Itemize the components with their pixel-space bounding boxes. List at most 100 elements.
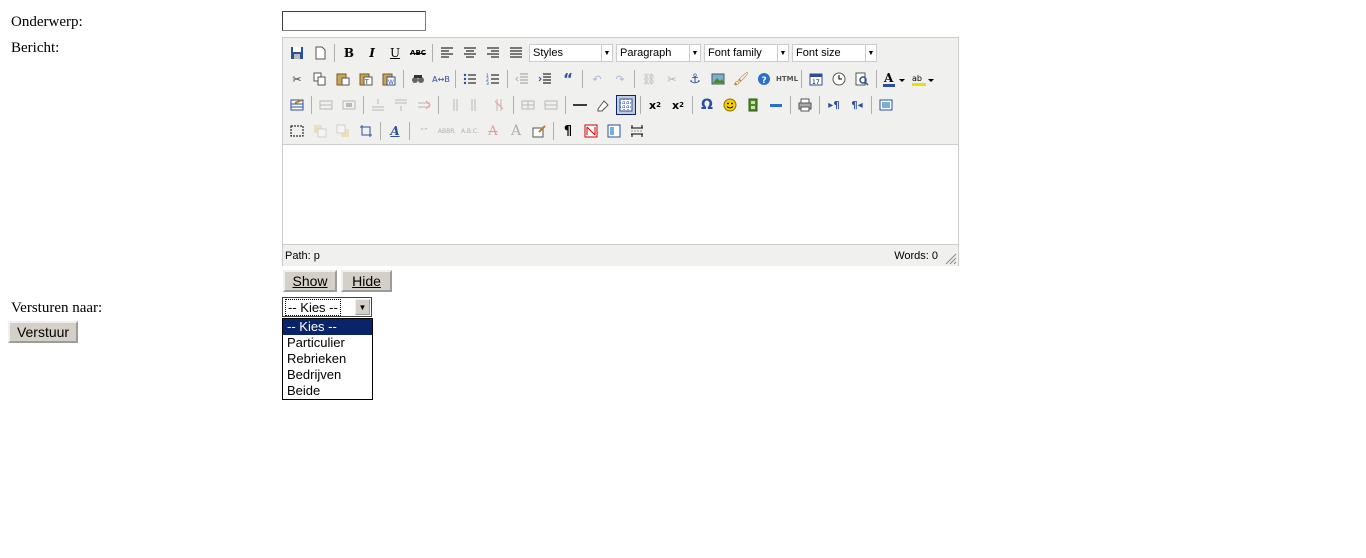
blockquote-icon[interactable]: “ [558, 69, 578, 89]
toolbar-separator [582, 70, 583, 88]
recipient-dropdown-list: -- Kies -- Particulier Rebrieken Bedrijv… [282, 318, 373, 400]
preview-icon[interactable] [852, 69, 872, 89]
cut-icon[interactable]: ✂ [287, 69, 307, 89]
help-icon[interactable]: ? [754, 69, 774, 89]
cleanup-icon[interactable]: 🖌 [731, 69, 751, 89]
paste-icon[interactable] [333, 69, 353, 89]
strikethrough-icon[interactable]: ABC [408, 43, 428, 63]
row-props-icon[interactable] [316, 95, 336, 115]
insert-row-before-icon[interactable] [368, 95, 388, 115]
align-center-icon[interactable] [460, 43, 480, 63]
toolbar-separator [790, 96, 791, 114]
styleprops-icon[interactable]: A [385, 121, 405, 141]
ins-icon[interactable]: A [506, 121, 526, 141]
highlight-color-icon[interactable]: ab [910, 69, 936, 89]
bullet-list-icon[interactable] [460, 69, 480, 89]
paste-text-icon[interactable]: T [356, 69, 376, 89]
align-right-icon[interactable] [483, 43, 503, 63]
subject-input[interactable] [282, 11, 426, 31]
editor-path: Path: p [285, 250, 320, 262]
link-icon[interactable]: ⛓ [639, 69, 659, 89]
table-icon[interactable] [287, 95, 307, 115]
font-size-select[interactable]: Font size ▼ [792, 44, 877, 62]
redo-icon[interactable]: ↷ [610, 69, 630, 89]
find-icon[interactable] [408, 69, 428, 89]
italic-icon[interactable]: I [362, 43, 382, 63]
insert-col-before-icon[interactable] [443, 95, 463, 115]
special-char-icon[interactable]: Ω [697, 95, 717, 115]
new-document-icon[interactable] [310, 43, 330, 63]
chevron-down-icon[interactable]: ▼ [355, 299, 370, 315]
option-rebrieken[interactable]: Rebrieken [283, 351, 372, 367]
resize-grip-icon[interactable] [945, 253, 957, 265]
insert-layer-icon[interactable] [287, 121, 307, 141]
numbered-list-icon[interactable]: 123 [483, 69, 503, 89]
nonbreaking-icon[interactable] [581, 121, 601, 141]
split-cells-icon[interactable] [518, 95, 538, 115]
option-particulier[interactable]: Particulier [283, 335, 372, 351]
option-beide[interactable]: Beide [283, 383, 372, 399]
insert-col-after-icon[interactable] [466, 95, 486, 115]
cite-icon[interactable]: “” [414, 121, 434, 141]
ltr-icon[interactable]: ▸¶ [824, 95, 844, 115]
svg-text:3: 3 [486, 81, 489, 86]
hide-button[interactable]: Hide [341, 270, 392, 292]
attribs-icon[interactable] [529, 121, 549, 141]
option-kies[interactable]: -- Kies -- [283, 319, 372, 335]
del-icon[interactable]: A [483, 121, 503, 141]
text-color-icon[interactable]: A [881, 69, 907, 89]
underline-icon[interactable]: U [385, 43, 405, 63]
copy-icon[interactable] [310, 69, 330, 89]
delete-row-icon[interactable] [414, 95, 434, 115]
move-forward-icon[interactable] [310, 121, 330, 141]
move-backward-icon[interactable] [333, 121, 353, 141]
advanced-hr-icon[interactable] [766, 95, 786, 115]
superscript-icon[interactable]: x2 [668, 95, 688, 115]
recipient-select[interactable]: -- Kies -- ▼ [282, 297, 372, 317]
align-justify-icon[interactable] [506, 43, 526, 63]
absolute-icon[interactable] [356, 121, 376, 141]
html-icon[interactable]: HTML [776, 69, 798, 89]
show-button-label: Show [292, 273, 328, 289]
align-left-icon[interactable] [437, 43, 457, 63]
editor-content-area[interactable] [283, 145, 958, 244]
save-icon[interactable] [287, 43, 307, 63]
remove-format-icon[interactable] [593, 95, 613, 115]
paste-word-icon[interactable]: W [379, 69, 399, 89]
styles-select[interactable]: Styles ▼ [529, 44, 613, 62]
merge-cells-icon[interactable] [541, 95, 561, 115]
abbr-icon[interactable]: ABBR. [437, 121, 457, 141]
print-icon[interactable] [795, 95, 815, 115]
cell-props-icon[interactable] [339, 95, 359, 115]
insert-time-icon[interactable] [829, 69, 849, 89]
acronym-icon[interactable]: A.B.C. [460, 121, 480, 141]
font-family-select[interactable]: Font family ▼ [704, 44, 789, 62]
delete-col-icon[interactable] [489, 95, 509, 115]
show-button[interactable]: Show [283, 270, 337, 292]
image-icon[interactable] [708, 69, 728, 89]
replace-icon[interactable]: A↔B [431, 69, 451, 89]
emoticon-icon[interactable] [720, 95, 740, 115]
undo-icon[interactable]: ↶ [587, 69, 607, 89]
option-bedrijven[interactable]: Bedrijven [283, 367, 372, 383]
insert-date-icon[interactable]: 17 [806, 69, 826, 89]
indent-icon[interactable] [535, 69, 555, 89]
bold-icon[interactable]: B [339, 43, 359, 63]
format-select[interactable]: Paragraph ▼ [616, 44, 701, 62]
toolbar-separator [455, 70, 456, 88]
svg-text:T: T [364, 79, 369, 86]
unlink-icon[interactable]: ✂ [662, 69, 682, 89]
subscript-icon[interactable]: x2 [645, 95, 665, 115]
media-icon[interactable] [743, 95, 763, 115]
template-icon[interactable] [604, 121, 624, 141]
fullscreen-icon[interactable] [876, 95, 896, 115]
send-button[interactable]: Verstuur [8, 321, 78, 343]
visual-aid-icon[interactable] [616, 95, 636, 115]
visualchars-icon[interactable]: ¶ [558, 121, 578, 141]
horizontal-rule-icon[interactable] [570, 95, 590, 115]
outdent-icon[interactable] [512, 69, 532, 89]
rtl-icon[interactable]: ¶◂ [847, 95, 867, 115]
pagebreak-icon[interactable] [627, 121, 647, 141]
anchor-icon[interactable]: ⚓ [685, 69, 705, 89]
insert-row-after-icon[interactable] [391, 95, 411, 115]
